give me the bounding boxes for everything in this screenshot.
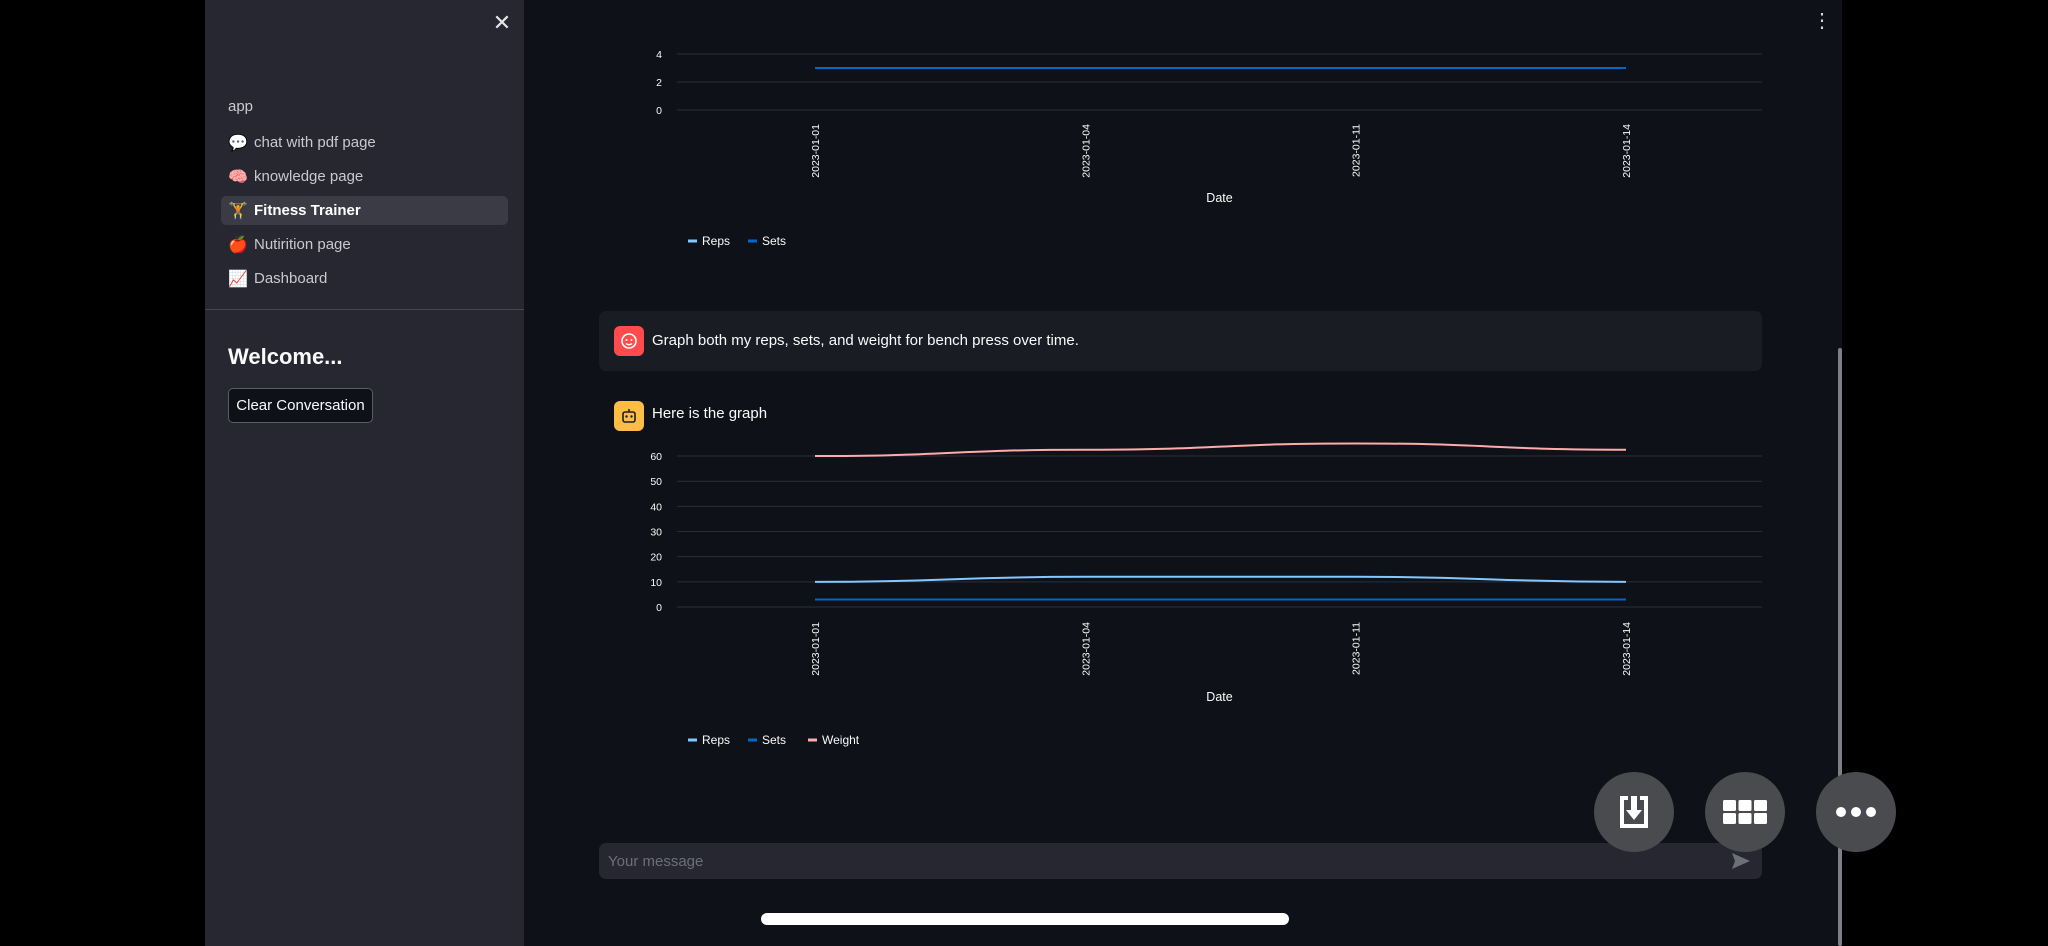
more-options-button[interactable] <box>1816 772 1896 852</box>
chart-increasing-icon: 📈 <box>228 270 248 288</box>
y-tick-label: 20 <box>650 552 662 564</box>
welcome-heading: Welcome... <box>228 344 343 369</box>
legend-label-sets: Sets <box>762 234 786 248</box>
user-message-text: Graph both my reps, sets, and weight for… <box>652 332 1079 349</box>
sidebar-item-dashboard[interactable]: 📈 Dashboard <box>221 264 508 293</box>
chart-reps-sets-weight: 0 10 20 30 40 50 60 2023-01-01 2023-01-04 2023-01… <box>650 430 1762 747</box>
y-tick-label: 30 <box>650 527 662 539</box>
send-icon[interactable] <box>1730 850 1752 872</box>
x-tick-label: 2023-01-14 <box>1621 124 1633 178</box>
robot-icon <box>614 401 644 431</box>
y-tick-label: 50 <box>650 476 662 488</box>
legend-label-weight: Weight <box>822 733 860 747</box>
plot-area <box>677 40 1762 116</box>
x-axis-title: Date <box>1206 191 1232 205</box>
y-tick-label: 60 <box>650 451 662 463</box>
plot-area <box>677 430 1762 613</box>
sidebar-divider <box>205 309 524 310</box>
legend-label-reps: Reps <box>702 234 730 248</box>
y-tick-label: 0 <box>656 602 662 614</box>
y-tick-label: 0 <box>656 105 662 117</box>
download-button[interactable] <box>1594 772 1674 852</box>
legend-label-sets: Sets <box>762 733 786 747</box>
assistant-message-text: Here is the graph <box>652 405 768 422</box>
grid-icon <box>1723 800 1767 824</box>
x-tick-label: 2023-01-04 <box>1080 622 1092 676</box>
chart-reps-sets: 0 2 4 2023-01-01 2023-01-04 2023-01-11 2023-01… <box>656 40 1762 248</box>
home-indicator <box>761 913 1289 925</box>
user-face-icon <box>614 326 644 356</box>
y-tick-label: 40 <box>650 501 662 513</box>
y-tick-label: 4 <box>656 49 662 61</box>
x-tick-label: 2023-01-14 <box>1621 622 1633 676</box>
x-axis-title: Date <box>1206 690 1232 704</box>
x-tick-label: 2023-01-01 <box>810 124 822 178</box>
sidebar-item-label: Dashboard <box>254 270 328 287</box>
clear-conversation-button[interactable]: Clear Conversation <box>228 388 373 423</box>
grid-button[interactable] <box>1705 772 1785 852</box>
x-tick-label: 2023-01-04 <box>1080 124 1092 178</box>
more-horizontal-icon <box>1836 807 1876 817</box>
legend-label-reps: Reps <box>702 733 730 747</box>
x-tick-label: 2023-01-11 <box>1351 622 1363 675</box>
x-tick-label: 2023-01-01 <box>810 622 822 676</box>
download-icon <box>1620 796 1648 828</box>
y-tick-label: 2 <box>656 77 662 89</box>
y-tick-label: 10 <box>650 577 662 589</box>
x-tick-label: 2023-01-11 <box>1351 124 1363 177</box>
chat-message-input[interactable] <box>599 843 1762 879</box>
